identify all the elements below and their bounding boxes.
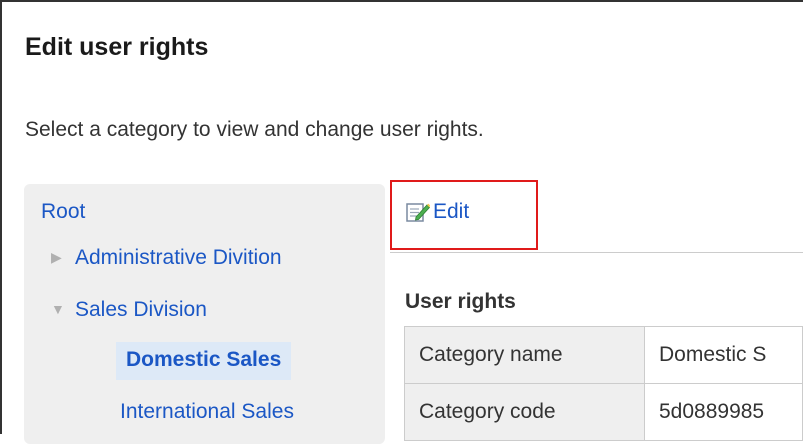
table-cell-label: Category code	[404, 383, 645, 441]
collapse-arrow-icon[interactable]: ▼	[51, 301, 67, 317]
tree-item-domestic-sales-selected[interactable]: Domestic Sales	[116, 342, 292, 380]
user-rights-table: Category name Domestic S Category code 5…	[404, 326, 803, 441]
tree-item-international-sales[interactable]: International Sales	[120, 400, 294, 424]
table-cell-value: 5d0889985	[644, 383, 803, 441]
tree-item-label[interactable]: Administrative Divition	[75, 246, 282, 269]
table-row: Category code 5d0889985	[404, 383, 803, 441]
edit-link-label: Edit	[433, 200, 470, 223]
tree-item-label[interactable]: Sales Division	[75, 298, 207, 321]
edit-note-icon	[406, 203, 430, 222]
table-cell-label: Category name	[404, 326, 645, 384]
category-tree-panel: Root ▶ Administrative Divition ▼ Sales Div…	[24, 184, 385, 444]
page-description: Select a category to view and change use…	[25, 118, 484, 141]
tree-item-administrative-divition: ▶ Administrative Divition	[51, 246, 282, 270]
page-title: Edit user rights	[25, 33, 209, 61]
expand-arrow-icon[interactable]: ▶	[51, 249, 67, 266]
tree-item-sales-division: ▼ Sales Division	[51, 298, 207, 322]
table-cell-value: Domestic S	[644, 326, 803, 384]
section-divider	[390, 252, 803, 253]
edit-link[interactable]: Edit	[406, 200, 469, 224]
tree-item-root[interactable]: Root	[41, 200, 85, 224]
table-row: Category name Domestic S	[404, 326, 803, 384]
section-title: User rights	[405, 290, 516, 313]
